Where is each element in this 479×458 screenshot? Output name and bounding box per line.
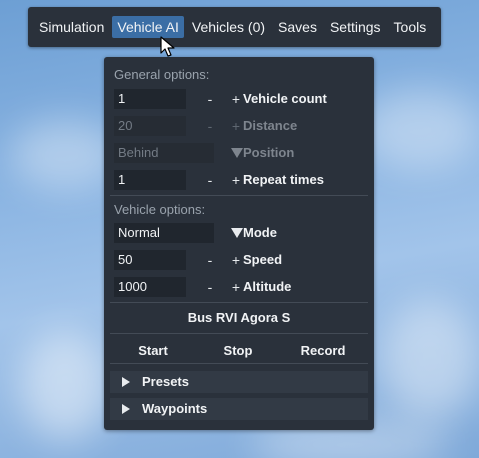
- vehicle-count-decrement-button[interactable]: -: [203, 89, 217, 109]
- distance-input[interactable]: 20: [114, 116, 186, 136]
- mode-label: Mode: [243, 225, 277, 240]
- vehicle-count-row: 1 - + Vehicle count: [114, 89, 370, 109]
- distance-row: 20 - + Distance: [114, 116, 370, 136]
- altitude-label: Altitude: [243, 279, 292, 294]
- menu-bar: Simulation Vehicle AI Vehicles (0) Saves…: [28, 7, 441, 47]
- waypoints-header[interactable]: Waypoints: [110, 398, 368, 420]
- speed-input[interactable]: 50: [114, 250, 186, 270]
- repeat-times-row: 1 - + Repeat times: [114, 170, 370, 190]
- speed-increment-button[interactable]: +: [229, 250, 243, 270]
- presets-label: Presets: [142, 374, 189, 389]
- repeat-times-label: Repeat times: [243, 172, 324, 187]
- separator: [110, 363, 368, 364]
- position-row: Behind Position: [114, 143, 370, 163]
- altitude-increment-button[interactable]: +: [229, 277, 243, 297]
- repeat-times-input[interactable]: 1: [114, 170, 186, 190]
- waypoints-label: Waypoints: [142, 401, 208, 416]
- speed-label: Speed: [243, 252, 283, 267]
- distance-decrement-button[interactable]: -: [203, 116, 217, 136]
- altitude-row: 1000 - + Altitude: [114, 277, 370, 297]
- mouse-pointer-icon: [160, 36, 175, 57]
- vehicle-options-heading: Vehicle options:: [114, 202, 206, 217]
- vehicle-count-increment-button[interactable]: +: [229, 89, 243, 109]
- menu-tools[interactable]: Tools: [389, 16, 432, 38]
- stop-button[interactable]: Stop: [198, 343, 278, 358]
- position-dropdown[interactable]: Behind: [114, 143, 214, 163]
- triangle-right-icon: [122, 377, 130, 387]
- triangle-right-icon: [122, 404, 130, 414]
- menu-simulation[interactable]: Simulation: [34, 16, 109, 38]
- vehicle-count-label: Vehicle count: [243, 91, 327, 106]
- vehicle-model-name: Bus RVI Agora S: [187, 310, 291, 325]
- altitude-input[interactable]: 1000: [114, 277, 186, 297]
- presets-header[interactable]: Presets: [110, 371, 368, 393]
- vehicle-count-input[interactable]: 1: [114, 89, 186, 109]
- menu-settings[interactable]: Settings: [325, 16, 386, 38]
- menu-saves[interactable]: Saves: [273, 16, 322, 38]
- mode-row: Normal Mode: [114, 223, 370, 243]
- separator: [110, 195, 368, 196]
- triangle-down-icon[interactable]: [231, 228, 243, 238]
- start-button[interactable]: Start: [113, 343, 193, 358]
- menu-vehicles[interactable]: Vehicles (0): [187, 16, 270, 38]
- separator: [110, 333, 368, 334]
- cloud: [360, 90, 479, 170]
- altitude-decrement-button[interactable]: -: [203, 277, 217, 297]
- repeat-times-decrement-button[interactable]: -: [203, 170, 217, 190]
- record-button[interactable]: Record: [283, 343, 363, 358]
- distance-label: Distance: [243, 118, 298, 133]
- mode-dropdown[interactable]: Normal: [114, 223, 214, 243]
- speed-row: 50 - + Speed: [114, 250, 370, 270]
- general-options-heading: General options:: [114, 67, 210, 82]
- cloud: [20, 330, 110, 440]
- distance-increment-button[interactable]: +: [229, 116, 243, 136]
- menu-vehicle-ai[interactable]: Vehicle AI: [112, 16, 184, 38]
- triangle-down-icon[interactable]: [231, 148, 243, 158]
- cloud: [380, 300, 479, 420]
- vehicle-ai-panel: General options: 1 - + Vehicle count 20 …: [104, 57, 374, 430]
- separator: [110, 302, 368, 303]
- speed-decrement-button[interactable]: -: [203, 250, 217, 270]
- game-viewport[interactable]: Simulation Vehicle AI Vehicles (0) Saves…: [0, 0, 479, 458]
- position-label: Position: [243, 145, 295, 160]
- repeat-times-increment-button[interactable]: +: [229, 170, 243, 190]
